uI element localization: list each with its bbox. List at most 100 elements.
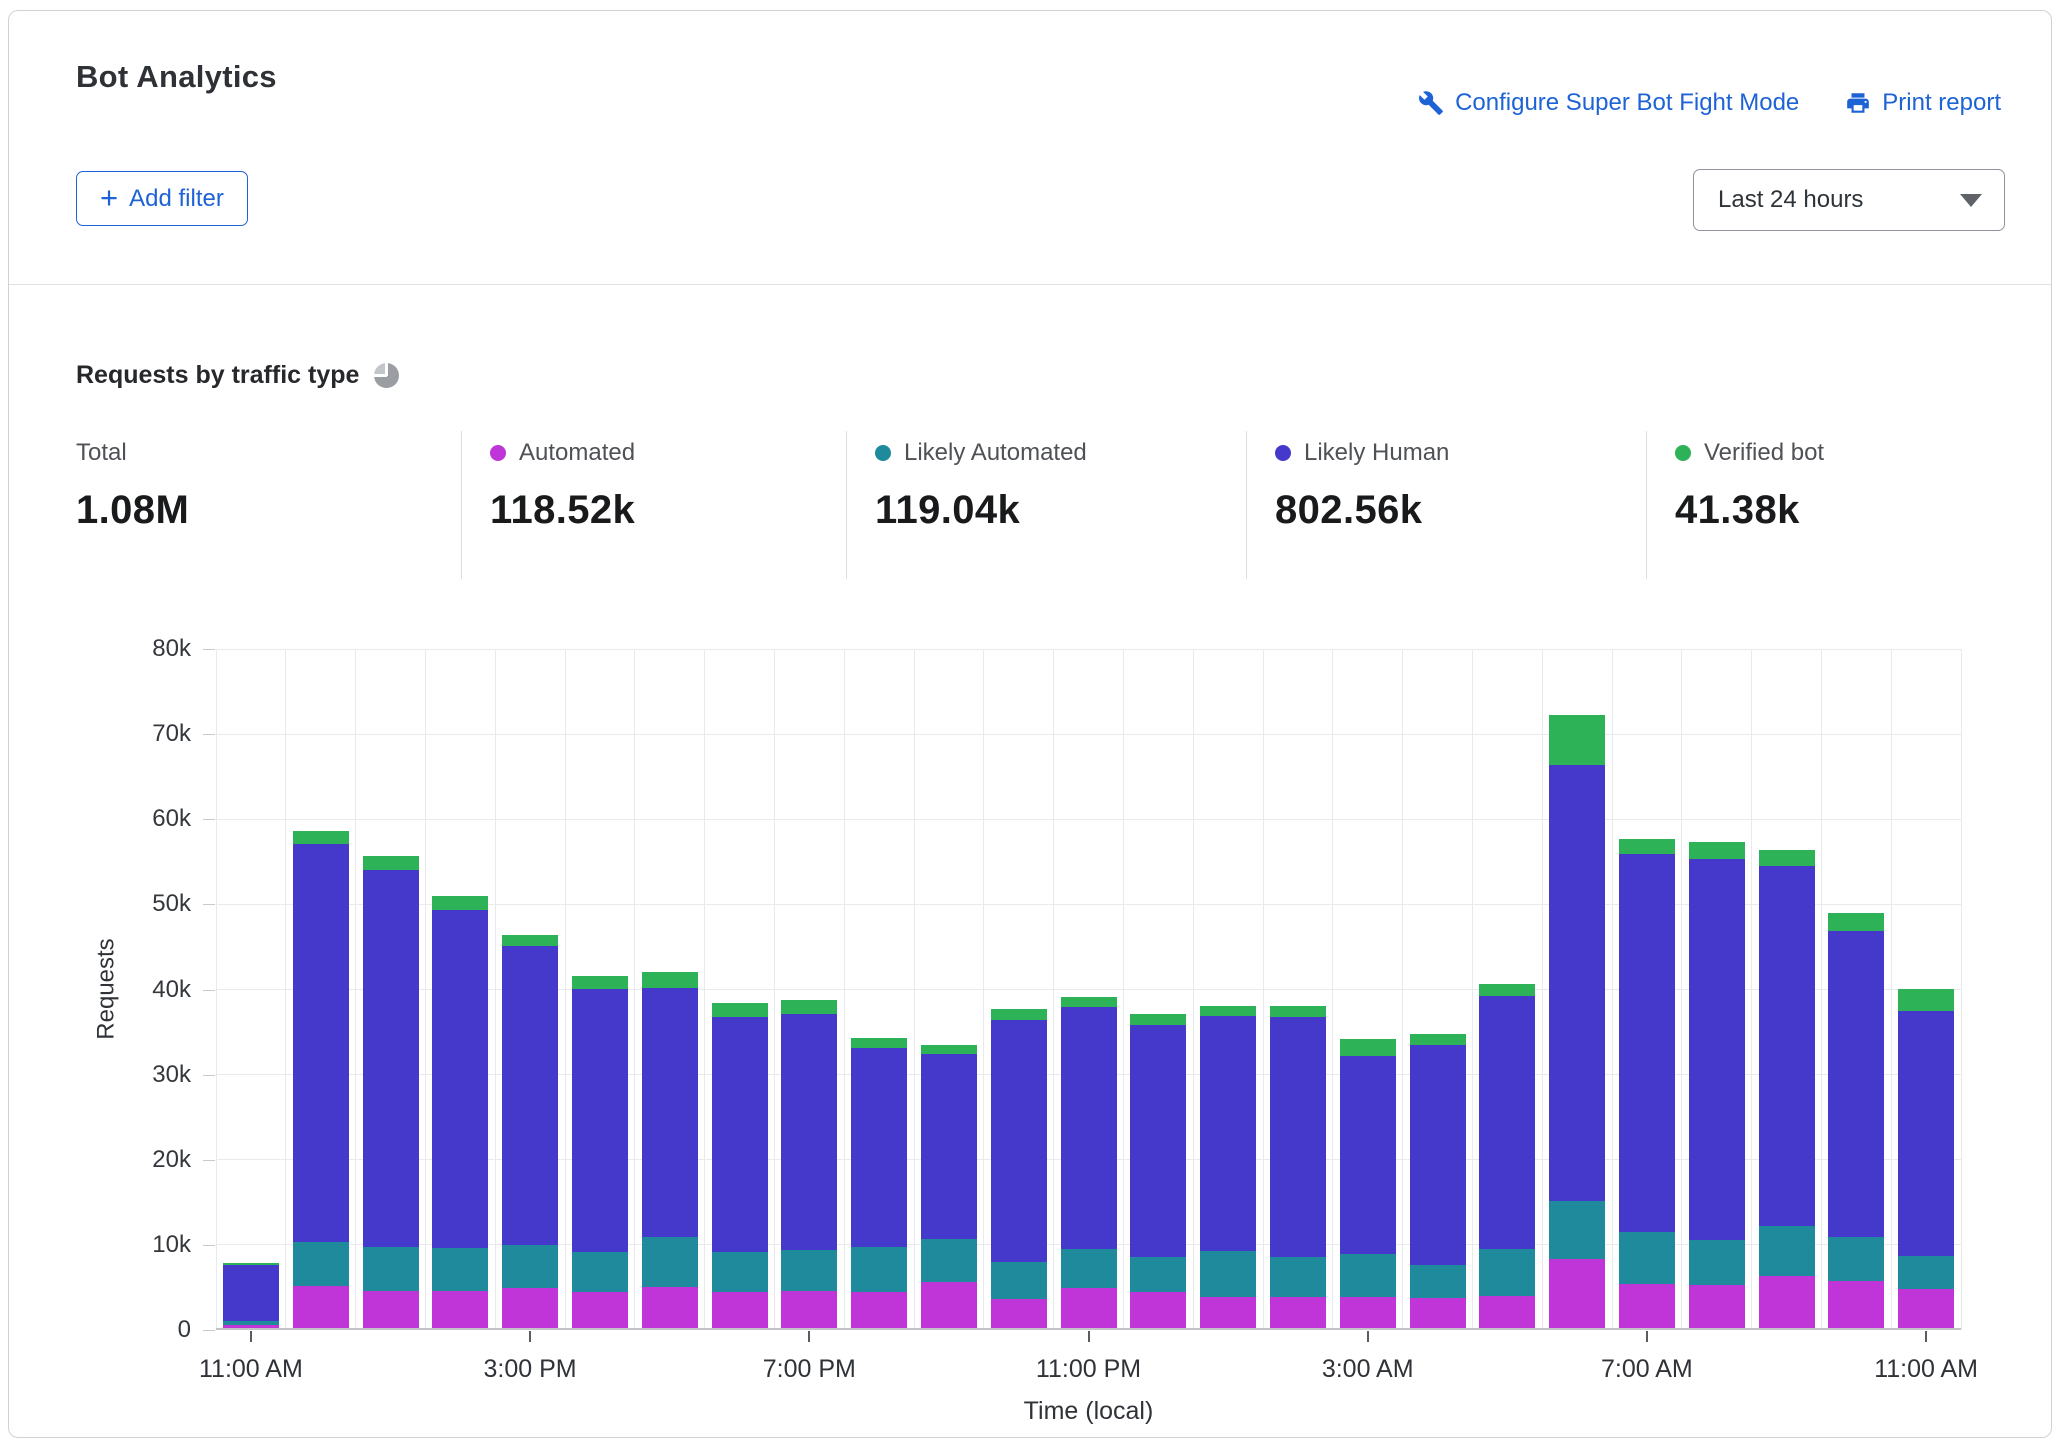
- bar-4-00-am[interactable]: [1410, 1034, 1466, 1328]
- bar-segment-likely-human[interactable]: [991, 1020, 1047, 1263]
- bar-segment-likely-human[interactable]: [1619, 854, 1675, 1232]
- bar-11-00-am[interactable]: [1898, 989, 1954, 1328]
- bar-segment-likely-human[interactable]: [432, 910, 488, 1248]
- bar-7-00-pm[interactable]: [781, 1000, 837, 1328]
- bar-segment-automated[interactable]: [363, 1291, 419, 1328]
- bar-segment-likely-human[interactable]: [1340, 1056, 1396, 1254]
- stat-likely-automated[interactable]: Likely Automated 119.04k: [846, 431, 1246, 579]
- bar-segment-automated[interactable]: [293, 1286, 349, 1328]
- bar-2-00-am[interactable]: [1270, 1006, 1326, 1328]
- bar-segment-automated[interactable]: [1130, 1292, 1186, 1328]
- bar-segment-automated[interactable]: [712, 1292, 768, 1328]
- bar-segment-verified-bot[interactable]: [1061, 997, 1117, 1007]
- bar-segment-verified-bot[interactable]: [712, 1003, 768, 1017]
- bar-segment-likely-human[interactable]: [363, 870, 419, 1247]
- bar-segment-likely-human[interactable]: [1410, 1045, 1466, 1265]
- bar-segment-verified-bot[interactable]: [1340, 1039, 1396, 1055]
- bar-segment-automated[interactable]: [502, 1288, 558, 1328]
- time-range-select[interactable]: Last 24 hours: [1693, 169, 2005, 231]
- bar-segment-automated[interactable]: [1898, 1289, 1954, 1328]
- bar-7-00-am[interactable]: [1619, 839, 1675, 1328]
- bar-segment-automated[interactable]: [223, 1325, 279, 1328]
- bar-3-00-am[interactable]: [1340, 1039, 1396, 1328]
- bar-12-00-pm[interactable]: [293, 831, 349, 1328]
- bar-segment-automated[interactable]: [1270, 1297, 1326, 1328]
- bar-segment-verified-bot[interactable]: [1898, 989, 1954, 1011]
- bar-segment-verified-bot[interactable]: [432, 896, 488, 910]
- bar-segment-likely-human[interactable]: [293, 844, 349, 1242]
- bar-segment-automated[interactable]: [1061, 1288, 1117, 1328]
- bar-segment-automated[interactable]: [1619, 1284, 1675, 1328]
- bar-segment-verified-bot[interactable]: [1479, 984, 1535, 996]
- bar-segment-automated[interactable]: [572, 1292, 628, 1328]
- bar-segment-verified-bot[interactable]: [1619, 839, 1675, 854]
- bar-segment-likely-human[interactable]: [1828, 931, 1884, 1237]
- bar-segment-likely-automated[interactable]: [1061, 1249, 1117, 1288]
- bar-segment-verified-bot[interactable]: [1270, 1006, 1326, 1017]
- bar-segment-automated[interactable]: [991, 1299, 1047, 1328]
- bar-6-00-pm[interactable]: [712, 1003, 768, 1328]
- bar-segment-automated[interactable]: [851, 1292, 907, 1328]
- bar-segment-likely-human[interactable]: [1759, 866, 1815, 1226]
- bar-segment-verified-bot[interactable]: [1200, 1006, 1256, 1015]
- bar-segment-likely-human[interactable]: [502, 946, 558, 1245]
- bar-segment-likely-automated[interactable]: [1270, 1257, 1326, 1297]
- bar-segment-verified-bot[interactable]: [363, 856, 419, 870]
- bar-segment-likely-automated[interactable]: [1130, 1257, 1186, 1292]
- bar-segment-likely-human[interactable]: [572, 989, 628, 1252]
- bar-segment-likely-automated[interactable]: [1200, 1251, 1256, 1298]
- stat-automated[interactable]: Automated 118.52k: [461, 431, 846, 579]
- bar-segment-automated[interactable]: [1340, 1297, 1396, 1328]
- bar-segment-verified-bot[interactable]: [781, 1000, 837, 1014]
- bar-segment-likely-automated[interactable]: [1898, 1256, 1954, 1289]
- bar-segment-automated[interactable]: [1479, 1296, 1535, 1328]
- bar-segment-automated[interactable]: [1828, 1281, 1884, 1328]
- bar-segment-likely-human[interactable]: [1689, 859, 1745, 1240]
- bar-segment-verified-bot[interactable]: [921, 1045, 977, 1054]
- bar-segment-likely-automated[interactable]: [432, 1248, 488, 1291]
- bar-segment-likely-automated[interactable]: [1549, 1201, 1605, 1259]
- bar-segment-likely-automated[interactable]: [991, 1262, 1047, 1299]
- add-filter-button[interactable]: + Add filter: [76, 171, 248, 226]
- bar-8-00-pm[interactable]: [851, 1038, 907, 1328]
- configure-super-bot-fight-mode-link[interactable]: Configure Super Bot Fight Mode: [1418, 89, 1799, 117]
- print-report-link[interactable]: Print report: [1845, 89, 2001, 117]
- bar-segment-automated[interactable]: [1549, 1259, 1605, 1328]
- bar-2-00-pm[interactable]: [432, 896, 488, 1328]
- bar-segment-automated[interactable]: [642, 1287, 698, 1328]
- stat-total[interactable]: Total 1.08M: [76, 431, 461, 579]
- bar-1-00-pm[interactable]: [363, 856, 419, 1328]
- bar-9-00-pm[interactable]: [921, 1045, 977, 1328]
- bar-segment-automated[interactable]: [1410, 1298, 1466, 1328]
- bar-10-00-am[interactable]: [1828, 913, 1884, 1328]
- bar-segment-likely-automated[interactable]: [642, 1237, 698, 1287]
- bar-segment-likely-human[interactable]: [851, 1048, 907, 1247]
- bar-11-00-am[interactable]: [223, 1263, 279, 1329]
- bar-segment-verified-bot[interactable]: [293, 831, 349, 844]
- stat-likely-human[interactable]: Likely Human 802.56k: [1246, 431, 1646, 579]
- bar-segment-likely-automated[interactable]: [1340, 1254, 1396, 1297]
- bar-5-00-pm[interactable]: [642, 972, 698, 1328]
- bar-segment-likely-automated[interactable]: [1479, 1249, 1535, 1296]
- bar-segment-automated[interactable]: [1200, 1297, 1256, 1328]
- bar-10-00-pm[interactable]: [991, 1009, 1047, 1328]
- bar-segment-likely-human[interactable]: [1479, 996, 1535, 1249]
- bar-segment-likely-human[interactable]: [1549, 765, 1605, 1201]
- bar-segment-automated[interactable]: [781, 1291, 837, 1328]
- bar-segment-likely-automated[interactable]: [1828, 1237, 1884, 1281]
- bar-4-00-pm[interactable]: [572, 976, 628, 1328]
- bar-3-00-pm[interactable]: [502, 935, 558, 1328]
- bar-segment-likely-human[interactable]: [642, 988, 698, 1237]
- bar-9-00-am[interactable]: [1759, 850, 1815, 1328]
- bar-segment-likely-human[interactable]: [1898, 1011, 1954, 1255]
- bar-segment-likely-human[interactable]: [1061, 1007, 1117, 1249]
- bar-segment-likely-human[interactable]: [1130, 1025, 1186, 1257]
- bar-segment-likely-automated[interactable]: [1759, 1226, 1815, 1276]
- bar-segment-verified-bot[interactable]: [1828, 913, 1884, 932]
- bar-12-00-am[interactable]: [1130, 1014, 1186, 1328]
- bar-segment-likely-automated[interactable]: [781, 1250, 837, 1291]
- bar-segment-verified-bot[interactable]: [1410, 1034, 1466, 1046]
- bar-segment-likely-human[interactable]: [921, 1054, 977, 1239]
- bar-1-00-am[interactable]: [1200, 1006, 1256, 1328]
- bar-segment-verified-bot[interactable]: [642, 972, 698, 987]
